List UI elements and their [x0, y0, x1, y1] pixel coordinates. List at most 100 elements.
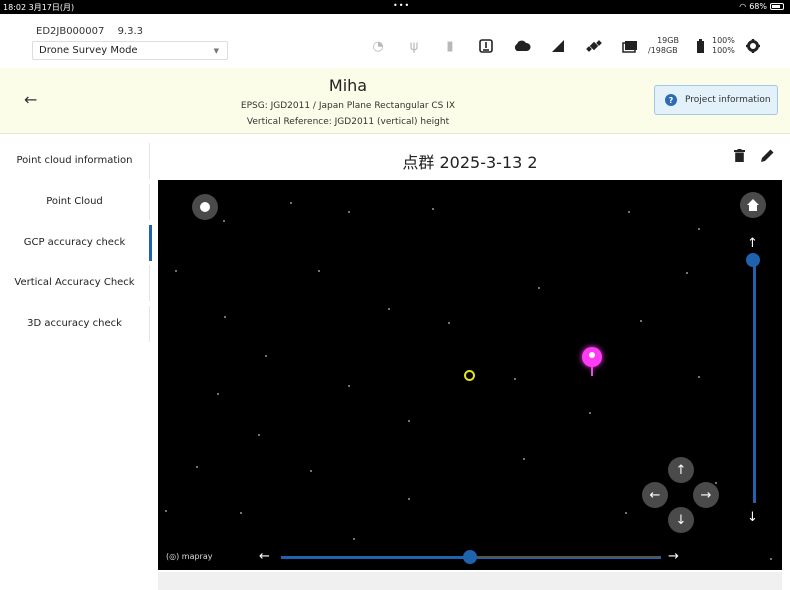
point	[165, 510, 167, 512]
help-icon: ?	[665, 94, 677, 106]
home-button[interactable]	[740, 192, 766, 218]
mode-select-value: Drone Survey Mode	[39, 45, 138, 56]
point	[448, 322, 450, 324]
download-box-icon[interactable]	[468, 36, 504, 56]
point	[686, 272, 688, 274]
point	[432, 208, 434, 210]
sidebar-item-3d-accuracy-check[interactable]: 3D accuracy check	[0, 306, 150, 342]
point	[353, 538, 355, 540]
pan-up-button[interactable]: ↑	[668, 457, 694, 483]
mapray-logo-icon: (◎)	[166, 552, 180, 561]
battery-percent: 68%	[749, 2, 767, 11]
sidebar-item-gcp-accuracy-check[interactable]: GCP accuracy check	[0, 225, 152, 261]
point	[348, 385, 350, 387]
map-pin-icon[interactable]	[582, 347, 602, 367]
storage-used: 19GB	[657, 36, 679, 45]
pan-down-button[interactable]: ↓	[668, 507, 694, 533]
trash-icon[interactable]	[734, 149, 745, 166]
project-header: ← Miha EPSG: JGD2011 / Japan Plane Recta…	[0, 68, 790, 134]
arrow-down-icon[interactable]: ↓	[747, 510, 758, 525]
device-status-icons: ◔ ψ ▮ 19GB /198GB 100% 100%	[360, 36, 764, 56]
point	[715, 482, 717, 484]
point	[196, 466, 198, 468]
mode-select[interactable]: Drone Survey Mode ▼	[32, 41, 228, 60]
pan-left-button[interactable]: ←	[642, 482, 668, 508]
point	[408, 498, 410, 500]
mapray-logo: (◎) mapray	[166, 552, 213, 561]
point	[223, 220, 225, 222]
point	[640, 320, 642, 322]
point	[224, 316, 226, 318]
point	[388, 308, 390, 310]
signal-icon[interactable]	[540, 36, 576, 56]
cloud-icon[interactable]	[504, 36, 540, 56]
vertical-slider-knob[interactable]	[746, 253, 760, 267]
chevron-down-icon: ▼	[213, 47, 219, 55]
arrow-right-icon[interactable]: →	[668, 549, 679, 564]
usb-icon[interactable]: ψ	[396, 36, 432, 56]
arrow-left-icon: ←	[649, 487, 661, 503]
wifi-icon: ◠	[739, 2, 747, 11]
compass-icon	[200, 202, 210, 212]
point	[625, 512, 627, 514]
point	[698, 228, 700, 230]
multitask-dots[interactable]: •••	[393, 1, 410, 10]
arrow-right-icon: →	[700, 487, 712, 503]
compass-button[interactable]	[192, 194, 218, 220]
storage-readout: 19GB /198GB	[648, 36, 688, 56]
arrow-up-icon[interactable]: ↑	[747, 236, 758, 251]
device-info: ED2JB000007 9.3.3	[36, 26, 143, 37]
arrow-left-icon[interactable]: ←	[259, 549, 270, 564]
viewer-bottom-strip	[158, 572, 782, 590]
point	[523, 458, 525, 460]
project-information-label: Project information	[685, 95, 771, 105]
status-date: 3月17日(月)	[28, 3, 75, 12]
sidebar: Point cloud information Point Cloud GCP …	[0, 135, 152, 590]
arrow-down-icon: ↓	[675, 512, 687, 528]
point	[290, 202, 292, 204]
project-information-button[interactable]: ? Project information	[654, 85, 778, 115]
pan-right-button[interactable]: →	[693, 482, 719, 508]
gear-icon[interactable]	[742, 36, 764, 56]
map-pin-stem	[591, 366, 593, 376]
sidebar-item-point-cloud[interactable]: Point Cloud	[0, 184, 150, 220]
status-time: 18:02	[3, 3, 27, 12]
point	[628, 211, 630, 213]
point	[348, 211, 350, 213]
device-header: ED2JB000007 9.3.3 Drone Survey Mode ▼ ◔ …	[0, 14, 790, 68]
point	[770, 558, 772, 560]
point	[514, 378, 516, 380]
sd-card-icon[interactable]: ▮	[432, 36, 468, 56]
horizontal-slider-knob[interactable]	[463, 550, 477, 564]
project-vertical-reference: Vertical Reference: JGD2011 (vertical) h…	[246, 117, 450, 127]
battery-vertical-icon	[688, 36, 712, 56]
battery-icon	[770, 3, 784, 10]
home-icon	[747, 199, 759, 211]
vertical-slider-track[interactable]	[753, 258, 756, 503]
point-cloud-title: 点群 2025-3-13 2	[402, 153, 538, 172]
sidebar-item-point-cloud-information[interactable]: Point cloud information	[0, 143, 150, 179]
battery-readout: 100% 100%	[712, 36, 742, 56]
point	[318, 270, 320, 272]
point-cloud-viewer[interactable]: ↑ ↓ ↑ ← → ↓ ← → (◎) mapray	[158, 180, 782, 570]
folder-icon[interactable]	[612, 36, 648, 56]
device-version: 9.3.3	[117, 26, 144, 37]
sidebar-item-vertical-accuracy-check[interactable]: Vertical Accuracy Check	[0, 265, 150, 301]
title-tools	[734, 149, 774, 166]
device-serial: ED2JB000007	[36, 26, 105, 37]
point	[408, 420, 410, 422]
project-title: Miha	[328, 76, 368, 95]
satellite-icon[interactable]	[576, 36, 612, 56]
battery-b: 100%	[712, 46, 735, 55]
point	[240, 512, 242, 514]
point	[265, 355, 267, 357]
point	[589, 412, 591, 414]
gcp-marker[interactable]	[464, 370, 475, 381]
main-content: 点群 2025-3-13 2 ↑ ↓ ↑ ← → ↓ ← → (◎) mapra…	[158, 135, 782, 590]
sync-icon[interactable]: ◔	[360, 36, 396, 56]
point	[698, 376, 700, 378]
horizontal-slider-remaining	[470, 556, 660, 558]
system-status-bar: 18:02 3月17日(月) ••• ◠ 68%	[0, 0, 790, 14]
point	[538, 287, 540, 289]
edit-pencil-icon[interactable]	[761, 149, 774, 166]
